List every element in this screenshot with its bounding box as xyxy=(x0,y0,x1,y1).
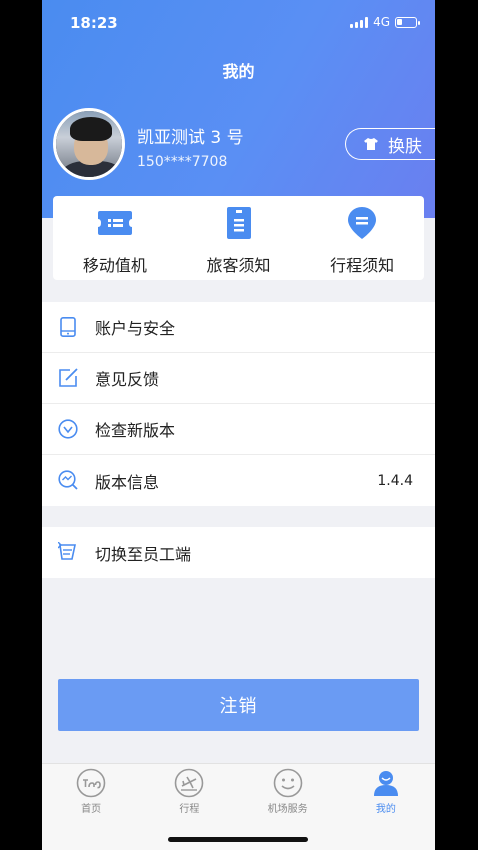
menu-item-label: 切换至员工端 xyxy=(95,544,192,564)
change-skin-button[interactable]: 换肤 xyxy=(345,128,435,160)
person-icon xyxy=(373,771,398,796)
info-chart-icon xyxy=(58,470,78,490)
home-indicator xyxy=(168,837,308,842)
menu-item-feedback[interactable]: 意见反馈 xyxy=(42,353,435,404)
menu-item-label: 账户与安全 xyxy=(95,319,176,338)
menu-item-switch-staff[interactable]: 切换至员工端 xyxy=(42,527,435,578)
change-skin-label: 换肤 xyxy=(388,136,422,157)
status-time: 18:23 xyxy=(70,14,118,32)
user-name: 凯亚测试 3 号 xyxy=(137,128,244,148)
phone-icon xyxy=(60,317,76,337)
avatar[interactable] xyxy=(53,108,125,180)
shirt-icon xyxy=(364,138,378,150)
signal-icon xyxy=(350,16,369,28)
status-bar: 18:23 4G xyxy=(42,0,435,46)
settings-menu: 账户与安全 意见反馈 检查新版本 版本信息 1.4.4 xyxy=(42,302,435,506)
version-number: 1.4.4 xyxy=(377,472,413,489)
smile-icon xyxy=(273,768,302,798)
quick-action-label: 行程须知 xyxy=(330,256,395,275)
battery-icon xyxy=(395,16,420,28)
tab-label: 我的 xyxy=(375,804,396,815)
tab-label: 行程 xyxy=(179,804,200,815)
tab-label: 机场服务 xyxy=(267,804,308,815)
status-indicators: 4G xyxy=(350,15,420,29)
quick-actions-card: 移动值机 旅客须知 行程须知 xyxy=(53,196,424,280)
menu-item-version-info[interactable]: 版本信息 1.4.4 xyxy=(42,455,435,506)
tab-home[interactable]: 首页 xyxy=(42,764,140,850)
menu-item-label: 版本信息 xyxy=(95,472,160,492)
document-icon xyxy=(226,206,251,240)
tab-mine[interactable]: 我的 xyxy=(337,764,435,850)
plane-icon xyxy=(175,768,204,798)
home-logo-icon xyxy=(76,768,106,798)
edit-icon xyxy=(59,368,78,387)
network-type: 4G xyxy=(373,15,390,29)
quick-action-mobile-checkin[interactable]: 移动值机 xyxy=(53,196,177,280)
location-pin-icon xyxy=(348,206,377,240)
switch-icon xyxy=(58,542,76,560)
quick-action-label: 移动值机 xyxy=(82,256,147,275)
quick-action-trip-notice[interactable]: 行程须知 xyxy=(300,196,424,280)
screen: 18:23 4G 我的 凯亚测试 3 号 150****7708 换肤 移动值机… xyxy=(42,0,435,850)
tab-label: 首页 xyxy=(81,804,102,815)
user-phone: 150****7708 xyxy=(137,154,228,170)
menu-item-label: 意见反馈 xyxy=(95,370,160,389)
switch-menu: 切换至员工端 xyxy=(42,527,435,578)
quick-action-label: 旅客须知 xyxy=(206,256,271,275)
logout-button[interactable]: 注销 xyxy=(58,679,419,731)
menu-item-account-security[interactable]: 账户与安全 xyxy=(42,302,435,353)
menu-item-check-update[interactable]: 检查新版本 xyxy=(42,404,435,455)
page-title: 我的 xyxy=(222,62,255,81)
menu-item-label: 检查新版本 xyxy=(95,421,176,440)
profile-header: 18:23 4G 我的 凯亚测试 3 号 150****7708 换肤 xyxy=(42,0,435,218)
ticket-icon xyxy=(97,206,132,240)
quick-action-passenger-notice[interactable]: 旅客须知 xyxy=(177,196,301,280)
version-check-icon xyxy=(58,419,78,439)
